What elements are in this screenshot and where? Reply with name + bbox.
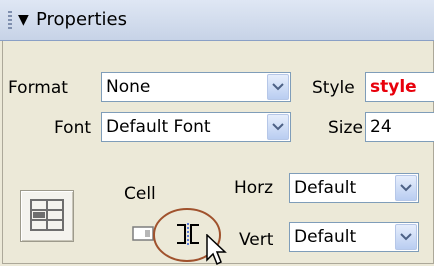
vert-value: Default	[294, 227, 357, 247]
vert-select[interactable]: Default	[289, 222, 419, 252]
font-label: Font	[54, 118, 92, 138]
mouse-cursor-icon	[206, 234, 227, 266]
drag-grip[interactable]	[8, 11, 12, 29]
panel-title: Properties	[36, 9, 127, 30]
vert-label: Vert	[239, 230, 274, 250]
format-select[interactable]: None	[101, 72, 291, 102]
chevron-down-icon[interactable]	[395, 224, 417, 250]
size-value: 24	[370, 117, 392, 137]
font-select[interactable]: Default Font	[101, 112, 291, 142]
size-input[interactable]: 24	[365, 112, 434, 142]
horz-select[interactable]: Default	[289, 173, 419, 203]
triangle-down-icon[interactable]: ▼	[18, 12, 29, 28]
horz-label: Horz	[234, 178, 274, 198]
format-label: Format	[8, 78, 68, 98]
style-select[interactable]: style	[365, 72, 434, 102]
style-label: Style	[312, 78, 355, 98]
cell-layout-icon[interactable]	[20, 190, 74, 242]
chevron-down-icon[interactable]	[267, 74, 289, 100]
properties-titlebar[interactable]: ▼ Properties	[0, 0, 434, 41]
cell-label: Cell	[124, 184, 156, 204]
format-value: None	[106, 77, 151, 97]
chevron-down-icon[interactable]	[395, 175, 417, 201]
horz-value: Default	[294, 178, 357, 198]
chevron-down-icon[interactable]	[267, 114, 289, 140]
style-value: style	[370, 77, 417, 97]
size-label: Size	[328, 118, 363, 138]
font-value: Default Font	[106, 117, 211, 137]
